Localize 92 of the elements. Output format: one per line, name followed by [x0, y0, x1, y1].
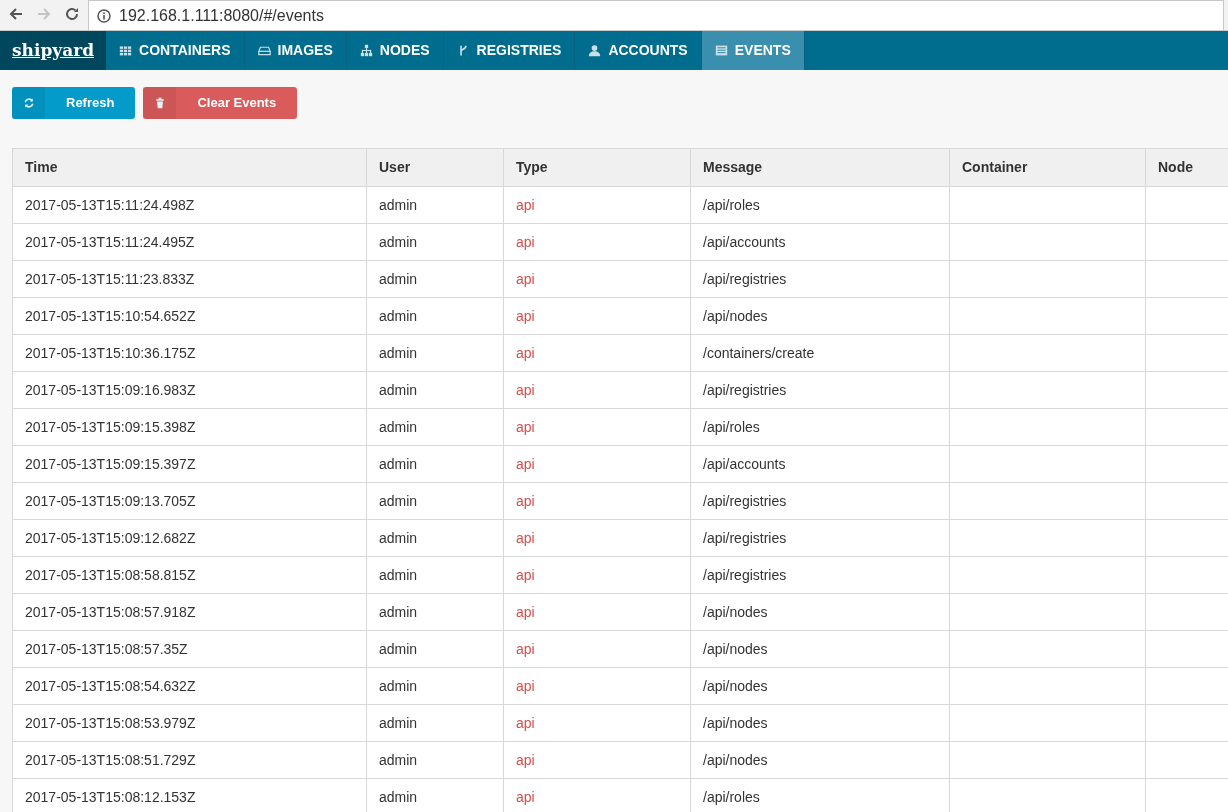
table-cell: api [503, 519, 691, 557]
table-cell: 2017-05-13T15:08:12.153Z [12, 778, 367, 812]
column-header[interactable]: Message [690, 148, 950, 187]
table-cell: 2017-05-13T15:08:53.979Z [12, 704, 367, 742]
table-cell: /api/nodes [690, 667, 950, 705]
table-cell: api [503, 186, 691, 224]
table-cell: api [503, 371, 691, 409]
table-cell: 2017-05-13T15:08:58.815Z [12, 556, 367, 594]
table-cell: /api/registries [690, 556, 950, 594]
column-header[interactable]: User [366, 148, 504, 187]
table-cell: 2017-05-13T15:11:24.498Z [12, 186, 367, 224]
table-cell: admin [366, 297, 504, 335]
table-cell: 2017-05-13T15:09:15.397Z [12, 445, 367, 483]
table-cell: admin [366, 741, 504, 779]
nav-tab[interactable]: CONTAINERS [106, 31, 245, 70]
table-cell: admin [366, 260, 504, 298]
table-cell: /api/accounts [690, 445, 950, 483]
table-cell: 2017-05-13T15:09:16.983Z [12, 371, 367, 409]
brand-logo[interactable]: shipyard [0, 31, 106, 70]
column-header[interactable]: Type [503, 148, 691, 187]
refresh-icon [22, 97, 35, 109]
table-cell: /api/registries [690, 260, 950, 298]
table-cell: 2017-05-13T15:08:54.632Z [12, 667, 367, 705]
table-cell: /api/nodes [690, 741, 950, 779]
table-cell: api [503, 408, 691, 446]
table-cell: api [503, 741, 691, 779]
table-cell: /api/nodes [690, 297, 950, 335]
drive-icon [257, 44, 271, 57]
nav-tab[interactable]: IMAGES [244, 31, 347, 70]
table-cell: 2017-05-13T15:08:57.918Z [12, 593, 367, 631]
nav-tab[interactable]: NODES [346, 31, 444, 70]
table-cell: 2017-05-13T15:09:15.398Z [12, 408, 367, 446]
table-cell: api [503, 334, 691, 372]
table-cell: /api/nodes [690, 593, 950, 631]
table-cell: /api/roles [690, 408, 950, 446]
table-cell: /containers/create [690, 334, 950, 372]
table-cell: /api/registries [690, 519, 950, 557]
column-header[interactable]: Container [949, 148, 1146, 187]
table-cell: 2017-05-13T15:10:36.175Z [12, 334, 367, 372]
table-cell: /api/nodes [690, 704, 950, 742]
column-header[interactable]: Time [12, 148, 367, 187]
table-cell: 2017-05-13T15:10:54.652Z [12, 297, 367, 335]
table-cell: /api/accounts [690, 223, 950, 261]
trash-icon [153, 97, 166, 109]
table-cell: admin [366, 408, 504, 446]
back-arrow-icon [8, 6, 24, 22]
table-cell: 2017-05-13T15:11:24.495Z [12, 223, 367, 261]
table-cell: api [503, 556, 691, 594]
nav-tab[interactable]: EVENTS [701, 31, 805, 70]
table-cell: api [503, 260, 691, 298]
table-cell: /api/nodes [690, 630, 950, 668]
clear-button[interactable]: Clear Events [143, 87, 298, 119]
table-cell: admin [366, 445, 504, 483]
reload-icon [64, 6, 80, 22]
table-cell: 2017-05-13T15:11:23.833Z [12, 260, 367, 298]
table-cell: /api/registries [690, 482, 950, 520]
url-text: 192.168.1.111:8080/#/events [119, 5, 324, 26]
grid-icon [119, 44, 132, 57]
table-cell: admin [366, 556, 504, 594]
table-cell: 2017-05-13T15:08:51.729Z [12, 741, 367, 779]
user-icon [588, 44, 602, 57]
forward-arrow-icon [36, 6, 52, 22]
table-cell: admin [366, 334, 504, 372]
table-cell: api [503, 482, 691, 520]
nav-tab[interactable]: REGISTRIES [443, 31, 576, 70]
table-cell: 2017-05-13T15:09:13.705Z [12, 482, 367, 520]
table-cell: admin [366, 482, 504, 520]
table-cell: /api/registries [690, 371, 950, 409]
table-cell: api [503, 704, 691, 742]
hierarchy-icon [359, 44, 373, 57]
nav-tab[interactable]: ACCOUNTS [575, 31, 702, 70]
table-cell: admin [366, 186, 504, 224]
table-cell: /api/roles [690, 186, 950, 224]
list-icon [714, 44, 728, 57]
column-header[interactable]: Node [1145, 148, 1228, 187]
table-cell: api [503, 667, 691, 705]
table-cell: admin [366, 704, 504, 742]
table-cell: api [503, 630, 691, 668]
table-cell: admin [366, 223, 504, 261]
table-cell: admin [366, 519, 504, 557]
address-bar[interactable]: 192.168.1.111:8080/#/events [88, 0, 1224, 30]
table-cell: admin [366, 630, 504, 668]
table-cell: api [503, 223, 691, 261]
table-cell: admin [366, 593, 504, 631]
table-cell: admin [366, 667, 504, 705]
table-cell: api [503, 445, 691, 483]
table-cell: 2017-05-13T15:08:57.35Z [12, 630, 367, 668]
table-cell: admin [366, 371, 504, 409]
table-cell: api [503, 297, 691, 335]
table-cell: 2017-05-13T15:09:12.682Z [12, 519, 367, 557]
table-cell: api [503, 593, 691, 631]
info-icon [97, 8, 111, 23]
